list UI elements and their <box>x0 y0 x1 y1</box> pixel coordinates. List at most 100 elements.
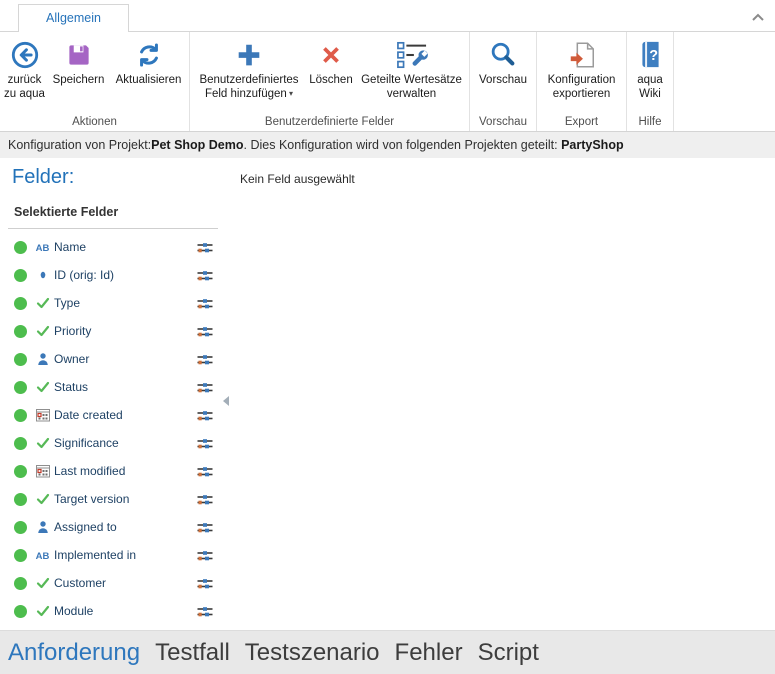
ribbon-group-buttons: Benutzerdefiniertes Feld hinzufügen ▾Lös… <box>190 32 469 115</box>
ribbon-group-label: Hilfe <box>627 115 673 131</box>
svg-text:?: ? <box>649 48 658 64</box>
button-label: Geteilte Wertesätze verwalten <box>355 73 468 101</box>
ribbon-group-benutzerdefinierte-felder: Benutzerdefiniertes Feld hinzufügen ▾Lös… <box>190 32 470 131</box>
button-label: Konfiguration exportieren <box>541 73 623 101</box>
field-options-sliders-icon[interactable] <box>197 241 213 254</box>
field-label: Date created <box>52 408 197 422</box>
item-type-tab-testszenario[interactable]: Testszenario <box>245 639 380 667</box>
main-content: Felder: Kein Feld ausgewählt Selektierte… <box>0 158 775 630</box>
dropdown-caret-icon: ▾ <box>287 89 293 98</box>
selected-fields-panel: Selektierte Felder ABNameID (orig: Id) Ty… <box>8 202 218 625</box>
panel-collapse-arrow-icon[interactable] <box>222 394 230 412</box>
field-enabled-indicator[interactable] <box>14 577 27 590</box>
field-enabled-indicator[interactable] <box>14 297 27 310</box>
field-enabled-indicator[interactable] <box>14 241 27 254</box>
refresh-icon <box>135 38 163 71</box>
svg-text:AB: AB <box>36 243 50 254</box>
ribbon-group-aktionen: zurück zu aquaSpeichernAktualisieren Akti… <box>0 32 190 131</box>
field-enabled-indicator[interactable] <box>14 437 27 450</box>
field-label: Last modified <box>52 464 197 478</box>
field-label: Target version <box>52 492 197 506</box>
field-options-sliders-icon[interactable] <box>197 381 213 394</box>
field-label: Status <box>52 380 197 394</box>
item-type-tab-anforderung[interactable]: Anforderung <box>8 639 140 667</box>
field-label: Assigned to <box>52 520 197 534</box>
field-enabled-indicator[interactable] <box>14 381 27 394</box>
field-type-user-icon <box>33 520 52 534</box>
field-label: Significance <box>52 436 197 450</box>
field-type-choice-icon <box>33 324 52 338</box>
konfiguration-exportieren-button[interactable]: Konfiguration exportieren <box>540 35 624 104</box>
item-type-tab-testfall[interactable]: Testfall <box>155 639 230 667</box>
field-enabled-indicator[interactable] <box>14 269 27 282</box>
speichern-button[interactable]: Speichern <box>49 35 109 90</box>
item-type-tab-fehler[interactable]: Fehler <box>395 639 463 667</box>
field-row-module[interactable]: Module <box>8 597 218 625</box>
field-row-customer[interactable]: Customer <box>8 569 218 597</box>
field-row-name[interactable]: ABName <box>8 233 218 261</box>
benutzerdefiniertes-feld-hinzuf-gen-button[interactable]: Benutzerdefiniertes Feld hinzufügen ▾ <box>190 35 308 104</box>
field-row-id-orig-id[interactable]: ID (orig: Id) <box>8 261 218 289</box>
button-label: Löschen <box>309 73 352 87</box>
vorschau-button[interactable]: Vorschau <box>472 35 534 90</box>
aktualisieren-button[interactable]: Aktualisieren <box>109 35 189 90</box>
field-enabled-indicator[interactable] <box>14 521 27 534</box>
field-row-status[interactable]: Status <box>8 373 218 401</box>
field-options-sliders-icon[interactable] <box>197 297 213 310</box>
field-row-implemented-in[interactable]: ABImplemented in <box>8 541 218 569</box>
button-label: Vorschau <box>479 73 527 87</box>
valuesets-icon <box>396 38 428 71</box>
aqua-wiki-button[interactable]: ?aqua Wiki <box>629 35 671 104</box>
field-options-sliders-icon[interactable] <box>197 493 213 506</box>
field-row-last-modified[interactable]: Last modified <box>8 457 218 485</box>
field-type-text-icon: AB <box>33 240 52 254</box>
field-row-date-created[interactable]: Date created <box>8 401 218 429</box>
field-enabled-indicator[interactable] <box>14 605 27 618</box>
field-options-sliders-icon[interactable] <box>197 269 213 282</box>
field-options-sliders-icon[interactable] <box>197 549 213 562</box>
field-options-sliders-icon[interactable] <box>197 521 213 534</box>
tab-allgemein[interactable]: Allgemein <box>18 4 129 32</box>
geteilte-wertes-tze-verwalten-button[interactable]: Geteilte Wertesätze verwalten <box>354 35 469 104</box>
field-enabled-indicator[interactable] <box>14 493 27 506</box>
field-label: Implemented in <box>52 548 197 562</box>
button-label: zurück zu aqua <box>2 73 48 101</box>
ribbon-group-label: Aktionen <box>0 115 189 131</box>
field-type-text-icon: AB <box>33 548 52 562</box>
field-type-choice-icon <box>33 380 52 394</box>
field-options-sliders-icon[interactable] <box>197 577 213 590</box>
field-enabled-indicator[interactable] <box>14 353 27 366</box>
field-options-sliders-icon[interactable] <box>197 409 213 422</box>
fields-heading: Felder: <box>12 166 74 189</box>
zur-ck-zu-aqua-button[interactable]: zurück zu aqua <box>1 35 49 104</box>
item-type-tab-script[interactable]: Script <box>478 639 539 667</box>
field-label: Type <box>52 296 197 310</box>
field-options-sliders-icon[interactable] <box>197 437 213 450</box>
ribbon-collapse-icon[interactable] <box>751 9 765 27</box>
field-options-sliders-icon[interactable] <box>197 325 213 338</box>
field-enabled-indicator[interactable] <box>14 409 27 422</box>
field-enabled-indicator[interactable] <box>14 465 27 478</box>
field-row-type[interactable]: Type <box>8 289 218 317</box>
ribbon-tab-strip: Allgemein <box>0 0 775 31</box>
project-info-bar: Konfiguration von Projekt:Pet Shop Demo.… <box>0 132 775 158</box>
wiki-icon: ? <box>637 38 664 71</box>
field-list-header: Selektierte Felder <box>8 202 218 229</box>
field-options-sliders-icon[interactable] <box>197 605 213 618</box>
back-icon <box>10 38 40 71</box>
field-row-owner[interactable]: Owner <box>8 345 218 373</box>
ribbon-groups: zurück zu aquaSpeichernAktualisieren Akti… <box>0 31 775 131</box>
plus-icon <box>234 38 264 71</box>
field-row-significance[interactable]: Significance <box>8 429 218 457</box>
field-enabled-indicator[interactable] <box>14 549 27 562</box>
field-row-assigned-to[interactable]: Assigned to <box>8 513 218 541</box>
field-row-target-version[interactable]: Target version <box>8 485 218 513</box>
field-options-sliders-icon[interactable] <box>197 353 213 366</box>
field-type-choice-icon <box>33 492 52 506</box>
ribbon-group-buttons: Konfiguration exportieren <box>537 32 626 115</box>
field-row-priority[interactable]: Priority <box>8 317 218 345</box>
field-enabled-indicator[interactable] <box>14 325 27 338</box>
field-options-sliders-icon[interactable] <box>197 465 213 478</box>
save-icon <box>65 38 93 71</box>
l-schen-button[interactable]: Löschen <box>308 35 354 90</box>
